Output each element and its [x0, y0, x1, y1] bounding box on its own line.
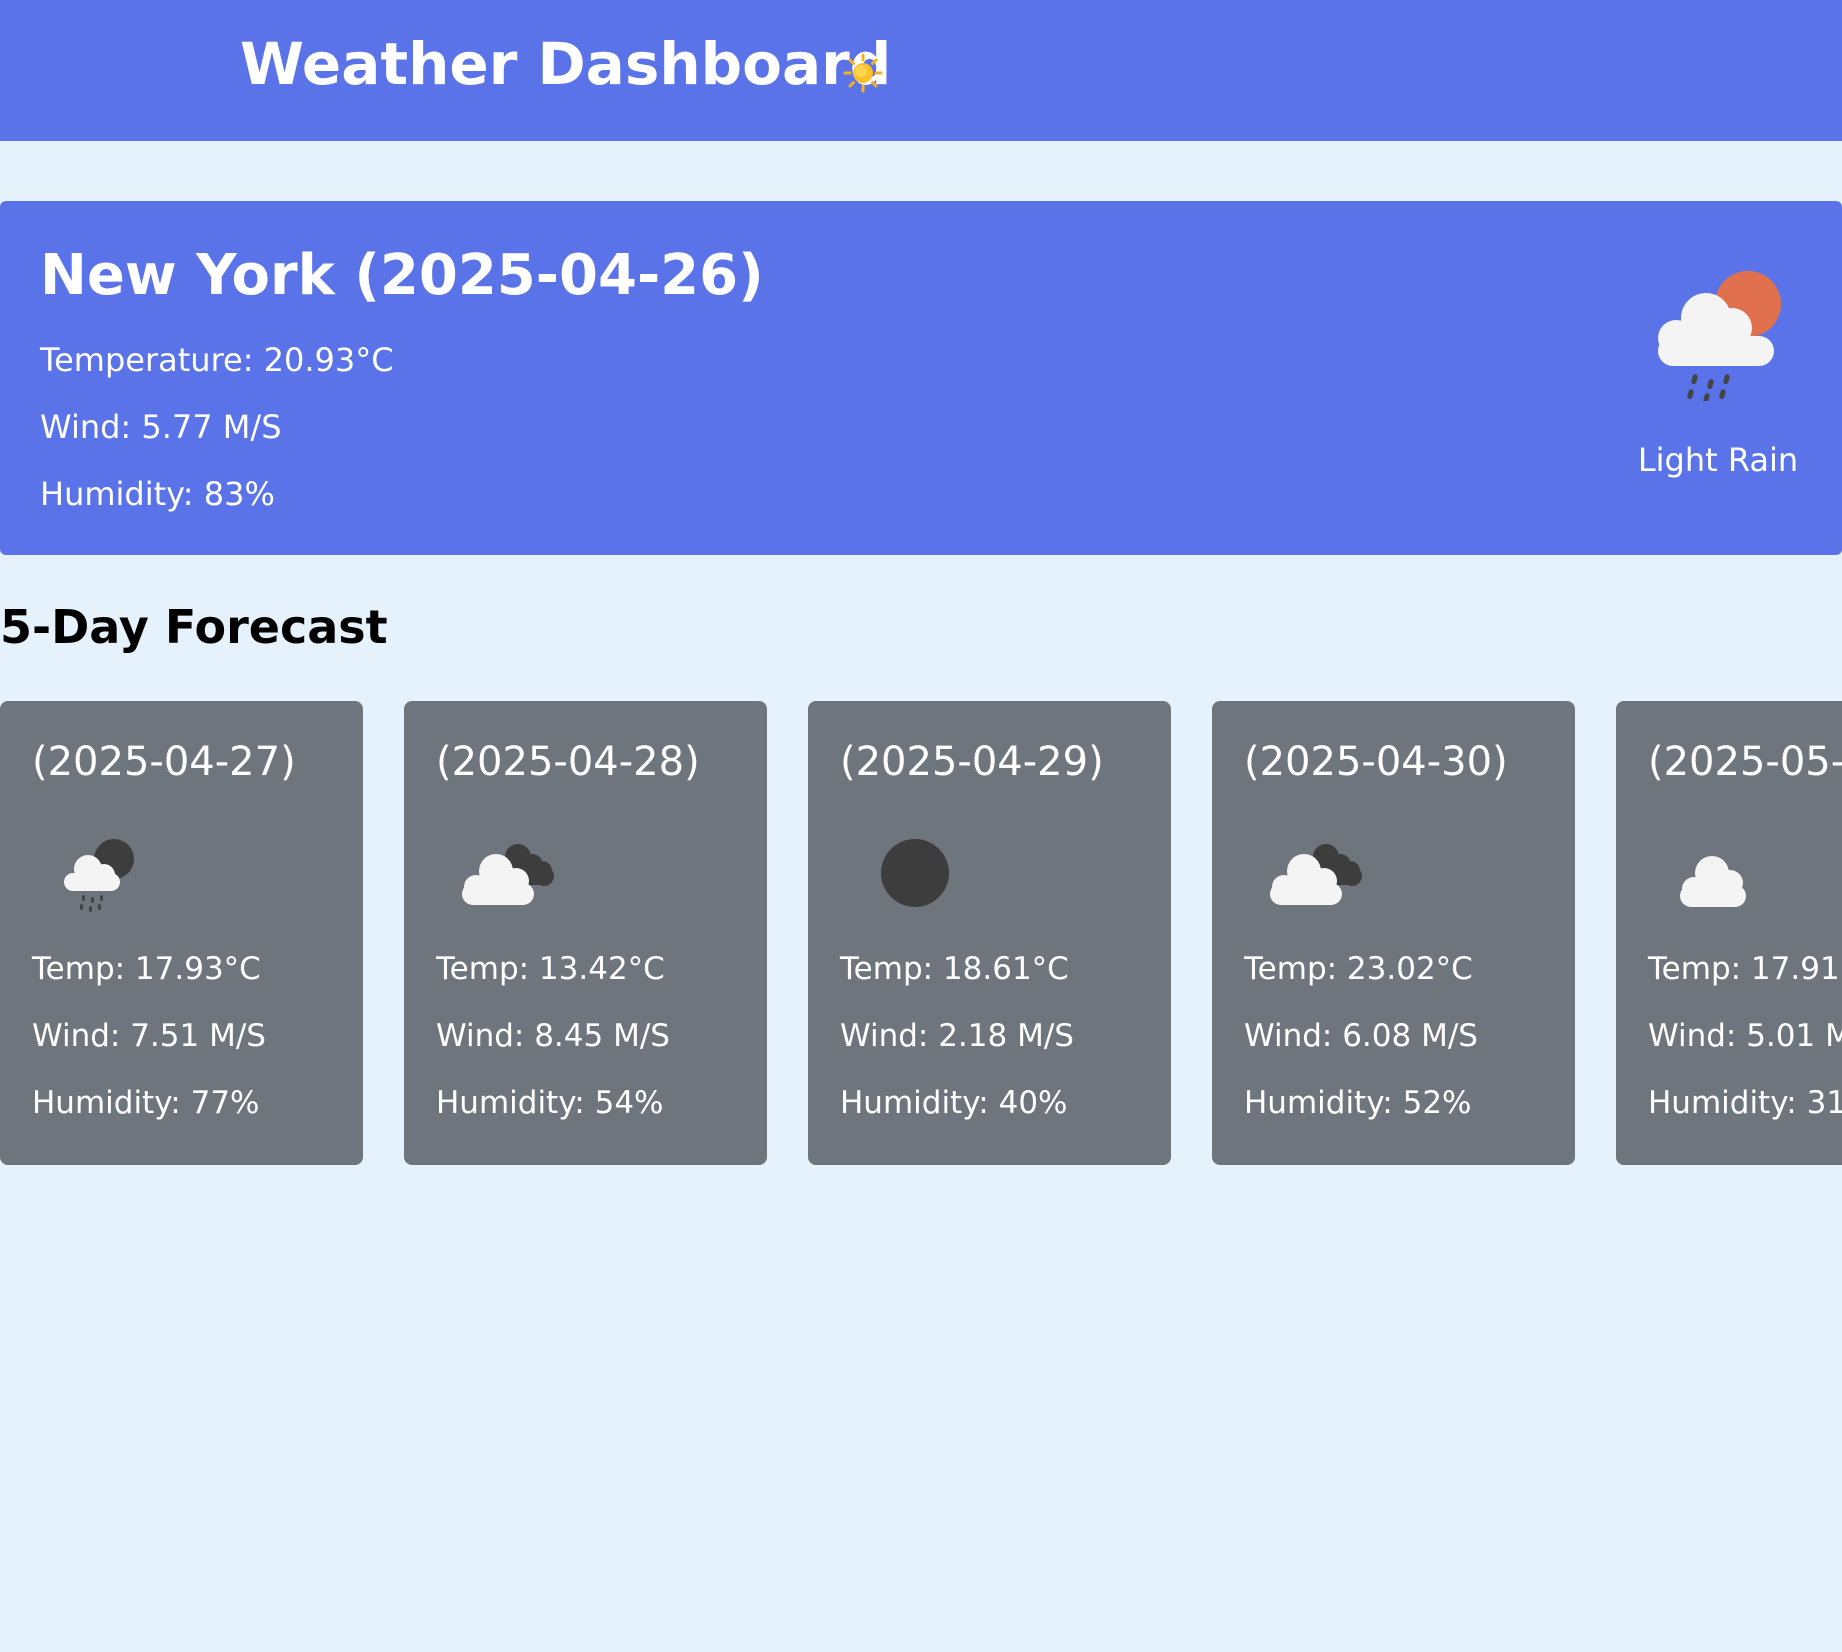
broken-clouds-icon — [462, 844, 554, 905]
forecast-temp: Temp: 23.02°C — [1244, 951, 1473, 987]
forecast-heading: 5-Day Forecast — [0, 600, 388, 654]
forecast-card: (2025-04-30) Temp: 23.02°C Wind: 6.08 M/… — [1212, 701, 1575, 1165]
forecast-wind: Wind: 5.01 M — [1648, 1018, 1842, 1054]
forecast-wind: Wind: 8.45 M/S — [436, 1018, 670, 1054]
app-title: Weather Dashboard — [240, 30, 892, 98]
forecast-date: (2025-04-28) — [436, 739, 700, 785]
forecast-card: (2025-04-28) Temp: 13.42°C Wind: 8.45 M/… — [404, 701, 767, 1165]
forecast-date: (2025-04-30) — [1244, 739, 1508, 785]
forecast-wind: Wind: 6.08 M/S — [1244, 1018, 1478, 1054]
forecast-temp: Temp: 13.42°C — [436, 951, 665, 987]
forecast-humidity: Humidity: 40% — [840, 1085, 1068, 1121]
current-description: Light Rain — [1637, 441, 1799, 479]
app-header: Weather Dashboard — [0, 0, 1842, 141]
forecast-humidity: Humidity: 52% — [1244, 1085, 1472, 1121]
forecast-date: (2025-04-29) — [840, 739, 1104, 785]
forecast-card: (2025-05-0 Temp: 17.91° Wind: 5.01 M Hum… — [1616, 701, 1842, 1165]
forecast-date: (2025-04-27) — [32, 739, 296, 785]
forecast-wind: Wind: 2.18 M/S — [840, 1018, 1074, 1054]
clear-night-icon — [881, 839, 949, 907]
forecast-temp: Temp: 17.91° — [1648, 951, 1842, 987]
forecast-date: (2025-05-0 — [1648, 739, 1842, 785]
cloud-icon — [1680, 856, 1746, 907]
forecast-wind: Wind: 7.51 M/S — [32, 1018, 266, 1054]
cloud-sun-rain-icon — [1658, 271, 1781, 401]
current-weather-card: New York (2025-04-26) Temperature: 20.93… — [0, 201, 1842, 555]
current-city-date: New York (2025-04-26) — [40, 243, 764, 308]
forecast-temp: Temp: 17.93°C — [32, 951, 261, 987]
cloud-night-rain-icon — [64, 839, 134, 912]
forecast-temp: Temp: 18.61°C — [840, 951, 1069, 987]
forecast-card: (2025-04-27) Temp: 17.93°C Wind: 7.51 M/… — [0, 701, 363, 1165]
current-humidity: Humidity: 83% — [40, 475, 275, 513]
current-wind: Wind: 5.77 M/S — [40, 408, 282, 446]
forecast-card: (2025-04-29) Temp: 18.61°C Wind: 2.18 M/… — [808, 701, 1171, 1165]
current-temperature: Temperature: 20.93°C — [40, 341, 394, 379]
forecast-humidity: Humidity: 77% — [32, 1085, 260, 1121]
forecast-list: (2025-04-27) Temp: 17.93°C Wind: 7.51 M/… — [0, 701, 1842, 1166]
sun-icon — [843, 53, 883, 93]
broken-clouds-icon — [1270, 844, 1362, 905]
forecast-humidity: Humidity: 31 — [1648, 1085, 1842, 1121]
forecast-humidity: Humidity: 54% — [436, 1085, 664, 1121]
